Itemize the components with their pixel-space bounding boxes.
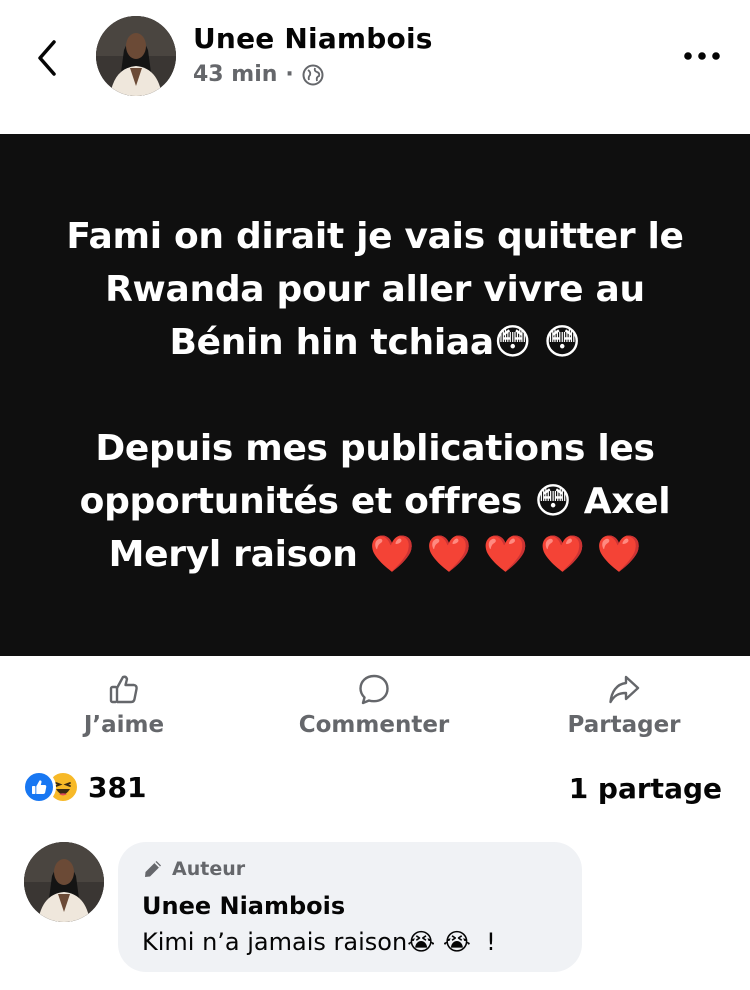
pencil-icon [145, 861, 161, 877]
comment-button[interactable]: Commenter [274, 668, 474, 748]
post-header: Unee Niambois 43 min · [0, 0, 750, 134]
comment-text: Kimi n’a jamais raison😭 😭 ! [142, 928, 496, 956]
meta-separator: · [285, 62, 294, 87]
chevron-left-icon[interactable] [30, 38, 66, 78]
more-horizontal-icon[interactable] [682, 46, 722, 66]
globe-icon [302, 64, 324, 85]
comment-icon [359, 674, 389, 705]
like-button[interactable]: J’aime [24, 668, 224, 748]
like-label: J’aime [83, 712, 165, 738]
comment-bubble: Auteur Unee Niambois Kimi n’a jamais rai… [118, 842, 582, 972]
share-label: Partager [567, 712, 681, 738]
share-button[interactable]: Partager [524, 668, 724, 748]
author-badge-label: Auteur [172, 858, 246, 880]
reaction-count: 381 [88, 770, 147, 804]
comment-author[interactable]: Unee Niambois [142, 892, 345, 920]
share-count[interactable]: 1 partage [569, 772, 722, 805]
comment-label: Commenter [298, 712, 450, 738]
thumbs-up-icon [109, 675, 138, 704]
post-text: Fami on dirait je vais quitter le Rwanda… [66, 215, 684, 575]
like-reaction-icon [22, 770, 56, 804]
share-arrow-icon [609, 675, 640, 704]
commenter-avatar[interactable] [24, 842, 104, 922]
action-bar: J’aime Commenter Partager [0, 668, 750, 748]
post-stats: 381 1 partage [0, 766, 750, 810]
author-avatar[interactable] [96, 16, 176, 96]
reactions-summary[interactable]: 381 [22, 770, 146, 804]
author-badge: Auteur [142, 858, 245, 880]
post-meta: 43 min · [193, 62, 324, 87]
post-text-card: Fami on dirait je vais quitter le Rwanda… [0, 134, 750, 656]
post-time[interactable]: 43 min [193, 62, 277, 87]
author-name[interactable]: Unee Niambois [193, 22, 433, 55]
